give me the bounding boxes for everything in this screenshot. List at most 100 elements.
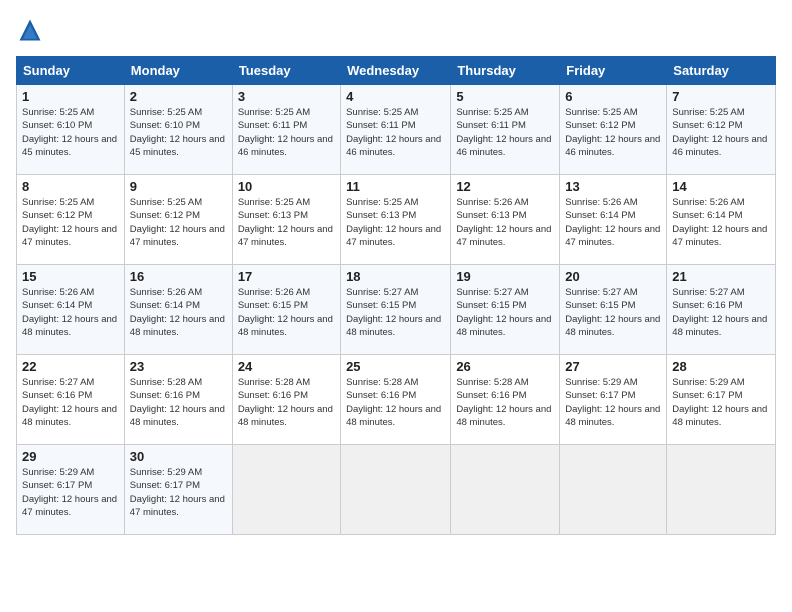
day-number: 18 bbox=[346, 269, 445, 284]
daylight-label: Daylight: 12 hours and 47 minutes. bbox=[672, 224, 767, 248]
day-number: 12 bbox=[456, 179, 554, 194]
sunrise-label: Sunrise: 5:26 AM bbox=[672, 197, 744, 208]
day-info: Sunrise: 5:27 AM Sunset: 6:15 PM Dayligh… bbox=[565, 286, 661, 339]
day-number: 6 bbox=[565, 89, 661, 104]
day-number: 4 bbox=[346, 89, 445, 104]
calendar-cell: 30 Sunrise: 5:29 AM Sunset: 6:17 PM Dayl… bbox=[124, 445, 232, 535]
calendar-cell: 9 Sunrise: 5:25 AM Sunset: 6:12 PM Dayli… bbox=[124, 175, 232, 265]
sunset-label: Sunset: 6:13 PM bbox=[346, 210, 416, 221]
day-info: Sunrise: 5:25 AM Sunset: 6:13 PM Dayligh… bbox=[346, 196, 445, 249]
daylight-label: Daylight: 12 hours and 48 minutes. bbox=[238, 314, 333, 338]
day-number: 5 bbox=[456, 89, 554, 104]
daylight-label: Daylight: 12 hours and 47 minutes. bbox=[565, 224, 660, 248]
daylight-label: Daylight: 12 hours and 46 minutes. bbox=[672, 134, 767, 158]
calendar-cell bbox=[232, 445, 340, 535]
sunrise-label: Sunrise: 5:25 AM bbox=[22, 107, 94, 118]
daylight-label: Daylight: 12 hours and 47 minutes. bbox=[456, 224, 551, 248]
sunset-label: Sunset: 6:14 PM bbox=[565, 210, 635, 221]
day-number: 28 bbox=[672, 359, 770, 374]
day-number: 8 bbox=[22, 179, 119, 194]
calendar-cell: 4 Sunrise: 5:25 AM Sunset: 6:11 PM Dayli… bbox=[341, 85, 451, 175]
daylight-label: Daylight: 12 hours and 47 minutes. bbox=[22, 224, 117, 248]
sunrise-label: Sunrise: 5:25 AM bbox=[238, 107, 310, 118]
calendar-cell: 22 Sunrise: 5:27 AM Sunset: 6:16 PM Dayl… bbox=[17, 355, 125, 445]
logo bbox=[16, 16, 48, 44]
sunrise-label: Sunrise: 5:25 AM bbox=[346, 197, 418, 208]
calendar-cell: 28 Sunrise: 5:29 AM Sunset: 6:17 PM Dayl… bbox=[667, 355, 776, 445]
day-info: Sunrise: 5:25 AM Sunset: 6:10 PM Dayligh… bbox=[130, 106, 227, 159]
sunset-label: Sunset: 6:17 PM bbox=[672, 390, 742, 401]
header-tuesday: Tuesday bbox=[232, 57, 340, 85]
day-info: Sunrise: 5:28 AM Sunset: 6:16 PM Dayligh… bbox=[130, 376, 227, 429]
day-info: Sunrise: 5:25 AM Sunset: 6:11 PM Dayligh… bbox=[346, 106, 445, 159]
daylight-label: Daylight: 12 hours and 48 minutes. bbox=[130, 404, 225, 428]
sunset-label: Sunset: 6:16 PM bbox=[238, 390, 308, 401]
sunrise-label: Sunrise: 5:28 AM bbox=[130, 377, 202, 388]
sunset-label: Sunset: 6:15 PM bbox=[346, 300, 416, 311]
sunrise-label: Sunrise: 5:26 AM bbox=[22, 287, 94, 298]
sunset-label: Sunset: 6:15 PM bbox=[456, 300, 526, 311]
calendar-cell: 10 Sunrise: 5:25 AM Sunset: 6:13 PM Dayl… bbox=[232, 175, 340, 265]
sunrise-label: Sunrise: 5:25 AM bbox=[238, 197, 310, 208]
sunrise-label: Sunrise: 5:25 AM bbox=[22, 197, 94, 208]
sunrise-label: Sunrise: 5:29 AM bbox=[130, 467, 202, 478]
day-number: 23 bbox=[130, 359, 227, 374]
sunrise-label: Sunrise: 5:25 AM bbox=[130, 197, 202, 208]
day-info: Sunrise: 5:25 AM Sunset: 6:11 PM Dayligh… bbox=[238, 106, 335, 159]
day-info: Sunrise: 5:27 AM Sunset: 6:16 PM Dayligh… bbox=[672, 286, 770, 339]
day-info: Sunrise: 5:28 AM Sunset: 6:16 PM Dayligh… bbox=[238, 376, 335, 429]
day-info: Sunrise: 5:27 AM Sunset: 6:16 PM Dayligh… bbox=[22, 376, 119, 429]
daylight-label: Daylight: 12 hours and 48 minutes. bbox=[565, 404, 660, 428]
calendar-week-row: 15 Sunrise: 5:26 AM Sunset: 6:14 PM Dayl… bbox=[17, 265, 776, 355]
calendar-cell bbox=[667, 445, 776, 535]
calendar-cell: 8 Sunrise: 5:25 AM Sunset: 6:12 PM Dayli… bbox=[17, 175, 125, 265]
day-number: 29 bbox=[22, 449, 119, 464]
day-info: Sunrise: 5:25 AM Sunset: 6:10 PM Dayligh… bbox=[22, 106, 119, 159]
day-number: 30 bbox=[130, 449, 227, 464]
sunrise-label: Sunrise: 5:28 AM bbox=[346, 377, 418, 388]
day-info: Sunrise: 5:27 AM Sunset: 6:15 PM Dayligh… bbox=[456, 286, 554, 339]
sunrise-label: Sunrise: 5:27 AM bbox=[22, 377, 94, 388]
sunset-label: Sunset: 6:17 PM bbox=[565, 390, 635, 401]
day-number: 2 bbox=[130, 89, 227, 104]
day-number: 13 bbox=[565, 179, 661, 194]
sunrise-label: Sunrise: 5:27 AM bbox=[565, 287, 637, 298]
daylight-label: Daylight: 12 hours and 48 minutes. bbox=[672, 404, 767, 428]
sunset-label: Sunset: 6:16 PM bbox=[130, 390, 200, 401]
sunrise-label: Sunrise: 5:29 AM bbox=[565, 377, 637, 388]
day-number: 20 bbox=[565, 269, 661, 284]
calendar-cell: 19 Sunrise: 5:27 AM Sunset: 6:15 PM Dayl… bbox=[451, 265, 560, 355]
calendar-cell: 11 Sunrise: 5:25 AM Sunset: 6:13 PM Dayl… bbox=[341, 175, 451, 265]
sunrise-label: Sunrise: 5:28 AM bbox=[456, 377, 528, 388]
sunrise-label: Sunrise: 5:26 AM bbox=[130, 287, 202, 298]
daylight-label: Daylight: 12 hours and 48 minutes. bbox=[22, 404, 117, 428]
daylight-label: Daylight: 12 hours and 47 minutes. bbox=[130, 224, 225, 248]
calendar-cell: 17 Sunrise: 5:26 AM Sunset: 6:15 PM Dayl… bbox=[232, 265, 340, 355]
day-number: 10 bbox=[238, 179, 335, 194]
day-number: 21 bbox=[672, 269, 770, 284]
calendar-cell: 23 Sunrise: 5:28 AM Sunset: 6:16 PM Dayl… bbox=[124, 355, 232, 445]
day-number: 25 bbox=[346, 359, 445, 374]
sunset-label: Sunset: 6:16 PM bbox=[672, 300, 742, 311]
sunrise-label: Sunrise: 5:26 AM bbox=[456, 197, 528, 208]
sunset-label: Sunset: 6:12 PM bbox=[22, 210, 92, 221]
day-info: Sunrise: 5:25 AM Sunset: 6:11 PM Dayligh… bbox=[456, 106, 554, 159]
day-info: Sunrise: 5:25 AM Sunset: 6:12 PM Dayligh… bbox=[672, 106, 770, 159]
day-info: Sunrise: 5:25 AM Sunset: 6:13 PM Dayligh… bbox=[238, 196, 335, 249]
sunset-label: Sunset: 6:10 PM bbox=[130, 120, 200, 131]
daylight-label: Daylight: 12 hours and 46 minutes. bbox=[456, 134, 551, 158]
daylight-label: Daylight: 12 hours and 46 minutes. bbox=[238, 134, 333, 158]
calendar-table: Sunday Monday Tuesday Wednesday Thursday… bbox=[16, 56, 776, 535]
day-number: 26 bbox=[456, 359, 554, 374]
sunrise-label: Sunrise: 5:25 AM bbox=[672, 107, 744, 118]
daylight-label: Daylight: 12 hours and 45 minutes. bbox=[130, 134, 225, 158]
calendar-cell: 21 Sunrise: 5:27 AM Sunset: 6:16 PM Dayl… bbox=[667, 265, 776, 355]
sunset-label: Sunset: 6:11 PM bbox=[238, 120, 308, 131]
calendar-cell: 5 Sunrise: 5:25 AM Sunset: 6:11 PM Dayli… bbox=[451, 85, 560, 175]
sunset-label: Sunset: 6:15 PM bbox=[238, 300, 308, 311]
header-thursday: Thursday bbox=[451, 57, 560, 85]
sunset-label: Sunset: 6:16 PM bbox=[22, 390, 92, 401]
daylight-label: Daylight: 12 hours and 48 minutes. bbox=[672, 314, 767, 338]
calendar-cell: 12 Sunrise: 5:26 AM Sunset: 6:13 PM Dayl… bbox=[451, 175, 560, 265]
sunrise-label: Sunrise: 5:28 AM bbox=[238, 377, 310, 388]
